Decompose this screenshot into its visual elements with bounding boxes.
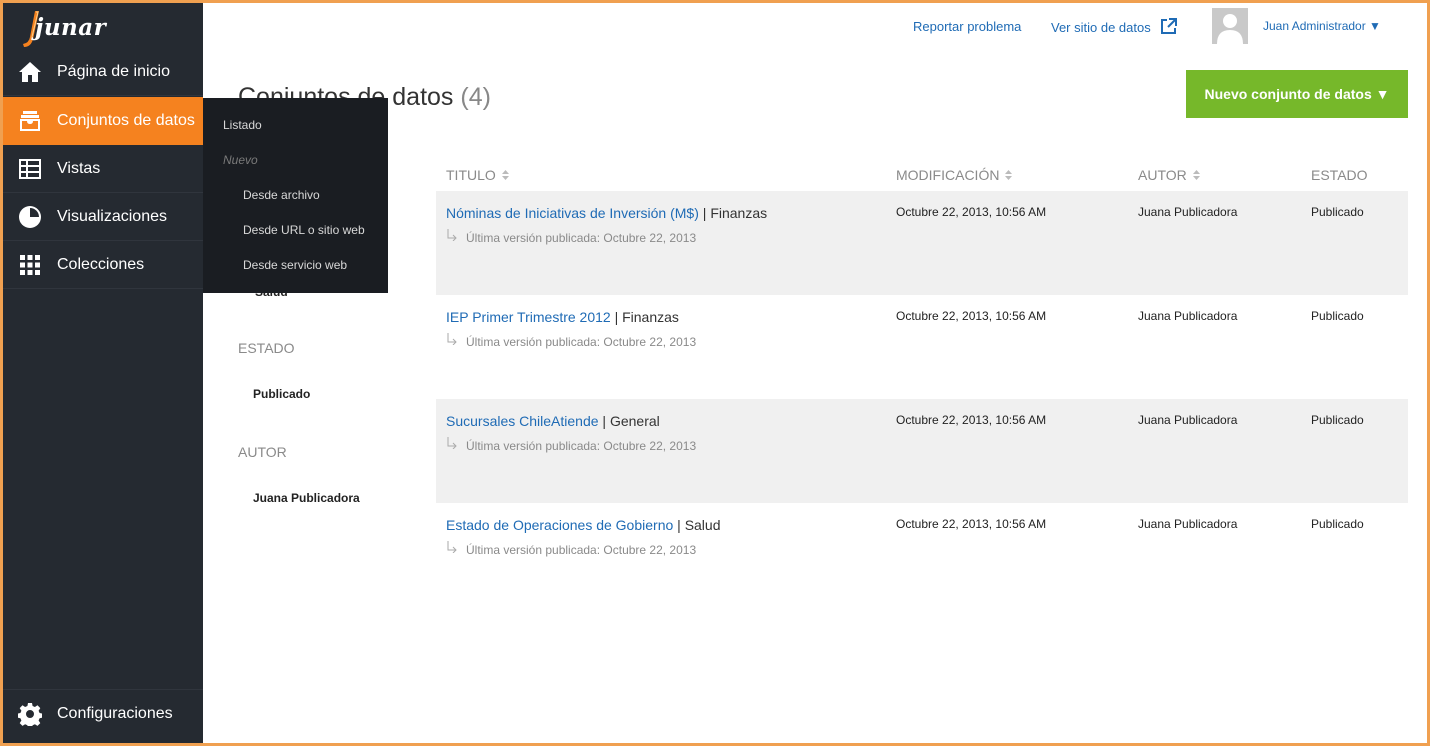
- dataset-category: General: [609, 413, 660, 429]
- dataset-title-link[interactable]: Nóminas de Iniciativas de Inversión (M$): [446, 205, 699, 221]
- last-version-text: Última versión publicada: Octubre 22, 20…: [466, 335, 697, 349]
- grid-icon: [18, 253, 42, 277]
- filter-value-autor[interactable]: Juana Publicadora: [253, 491, 360, 505]
- logo-text: junar: [35, 14, 107, 41]
- return-arrow-icon: [447, 333, 457, 345]
- sidebar-item-home[interactable]: Página de inicio: [3, 48, 203, 96]
- dataset-title-link[interactable]: Sucursales ChileAtiende: [446, 413, 599, 429]
- column-header-label: AUTOR: [1138, 167, 1187, 183]
- app-frame: junar Página de inicio Conjuntos de dato…: [3, 3, 1427, 743]
- gear-icon: [18, 702, 42, 726]
- table-icon: [18, 157, 42, 181]
- table-row: Sucursales ChileAtiende | General Última…: [436, 399, 1408, 503]
- sort-icon: [1005, 170, 1013, 180]
- column-header-estado: ESTADO: [1311, 167, 1368, 183]
- filter-value-estado[interactable]: Publicado: [253, 387, 310, 401]
- separator: |: [614, 309, 619, 325]
- separator: |: [702, 205, 707, 221]
- column-header-titulo[interactable]: TITULO: [446, 167, 509, 183]
- row-subtitle: Última versión publicada: Octubre 22, 20…: [446, 437, 697, 453]
- external-link-icon[interactable]: [1160, 18, 1177, 35]
- sidebar-item-settings[interactable]: Configuraciones: [3, 689, 203, 737]
- dataset-category: Finanzas: [622, 309, 679, 325]
- dataset-count: (4): [460, 83, 491, 111]
- separator: |: [602, 413, 607, 429]
- row-subtitle: Última versión publicada: Octubre 22, 20…: [446, 229, 697, 245]
- sidebar-item-label: Vistas: [57, 159, 101, 177]
- sidebar-item-views[interactable]: Vistas: [3, 145, 203, 193]
- sort-icon: [501, 170, 509, 180]
- view-site-label: Ver sitio de datos: [1051, 20, 1151, 35]
- row-subtitle: Última versión publicada: Octubre 22, 20…: [446, 333, 697, 349]
- submenu-item-desde-url[interactable]: Desde URL o sitio web: [243, 223, 365, 237]
- table-row: IEP Primer Trimestre 2012 | Finanzas Últ…: [436, 295, 1408, 399]
- modified-date: Octubre 22, 2013, 10:56 AM: [896, 205, 1047, 219]
- row-title: IEP Primer Trimestre 2012 | Finanzas: [446, 309, 679, 325]
- modified-date: Octubre 22, 2013, 10:56 AM: [896, 309, 1047, 323]
- new-dataset-button[interactable]: Nuevo conjunto de datos ▼: [1186, 70, 1408, 118]
- modified-date: Octubre 22, 2013, 10:56 AM: [896, 413, 1047, 427]
- return-arrow-icon: [447, 437, 457, 449]
- column-header-label: ESTADO: [1311, 167, 1368, 183]
- row-title: Estado de Operaciones de Gobierno | Salu…: [446, 517, 721, 533]
- column-header-label: TITULO: [446, 167, 496, 183]
- author-name: Juana Publicadora: [1138, 517, 1238, 531]
- sidebar-item-label: Configuraciones: [57, 704, 173, 722]
- view-site-link[interactable]: Ver sitio de datos: [1051, 20, 1151, 35]
- sidebar-item-label: Visualizaciones: [57, 207, 167, 225]
- table-row: Estado de Operaciones de Gobierno | Salu…: [436, 503, 1408, 607]
- author-name: Juana Publicadora: [1138, 205, 1238, 219]
- status-text: Publicado: [1311, 205, 1364, 219]
- home-icon: [18, 60, 42, 84]
- submenu-item-desde-archivo[interactable]: Desde archivo: [243, 188, 320, 202]
- datasets-submenu: Listado Nuevo Desde archivo Desde URL o …: [203, 98, 388, 293]
- author-name: Juana Publicadora: [1138, 413, 1238, 427]
- avatar[interactable]: [1212, 8, 1248, 44]
- submenu-item-desde-servicio[interactable]: Desde servicio web: [243, 258, 347, 272]
- sidebar-item-label: Página de inicio: [57, 62, 170, 80]
- dataset-title-link[interactable]: Estado de Operaciones de Gobierno: [446, 517, 673, 533]
- sidebar-item-label: Conjuntos de datos: [57, 112, 195, 129]
- dataset-category: Salud: [684, 517, 721, 533]
- dataset-category: Finanzas: [710, 205, 768, 221]
- separator: |: [677, 517, 681, 533]
- column-header-modificacion[interactable]: MODIFICACIÓN: [896, 167, 1013, 183]
- status-text: Publicado: [1311, 413, 1364, 427]
- user-menu[interactable]: Juan Administrador ▼: [1263, 19, 1381, 33]
- column-header-autor[interactable]: AUTOR: [1138, 167, 1200, 183]
- last-version-text: Última versión publicada: Octubre 22, 20…: [466, 439, 697, 453]
- return-arrow-icon: [447, 541, 457, 553]
- inbox-tray-icon: [18, 109, 42, 133]
- filter-heading-autor: AUTOR: [238, 444, 287, 460]
- report-problem-link[interactable]: Reportar problema: [913, 19, 1021, 34]
- author-name: Juana Publicadora: [1138, 309, 1238, 323]
- sidebar-item-collections[interactable]: Colecciones: [3, 241, 203, 289]
- row-title: Nóminas de Iniciativas de Inversión (M$)…: [446, 205, 767, 221]
- return-arrow-icon: [447, 229, 457, 241]
- row-title: Sucursales ChileAtiende | General: [446, 413, 660, 429]
- status-text: Publicado: [1311, 309, 1364, 323]
- last-version-text: Última versión publicada: Octubre 22, 20…: [466, 231, 697, 245]
- sidebar-item-label: Colecciones: [57, 255, 145, 273]
- junar-logo[interactable]: junar: [21, 9, 121, 49]
- last-version-text: Última versión publicada: Octubre 22, 20…: [466, 543, 697, 557]
- row-subtitle: Última versión publicada: Octubre 22, 20…: [446, 541, 697, 557]
- user-silhouette-icon: [1217, 14, 1243, 44]
- filter-heading-estado: ESTADO: [238, 340, 295, 356]
- pie-chart-icon: [18, 205, 42, 229]
- sort-icon: [1192, 170, 1200, 180]
- column-header-label: MODIFICACIÓN: [896, 167, 1000, 183]
- sidebar-item-visualizations[interactable]: Visualizaciones: [3, 193, 203, 241]
- submenu-heading-nuevo: Nuevo: [223, 153, 258, 167]
- dataset-title-link[interactable]: IEP Primer Trimestre 2012: [446, 309, 611, 325]
- submenu-item-listado[interactable]: Listado: [223, 118, 262, 132]
- sidebar: junar Página de inicio Conjuntos de dato…: [3, 3, 203, 743]
- sidebar-item-datasets[interactable]: Conjuntos de datos: [3, 97, 203, 145]
- modified-date: Octubre 22, 2013, 10:56 AM: [896, 517, 1047, 531]
- table-row: Nóminas de Iniciativas de Inversión (M$)…: [436, 191, 1408, 295]
- status-text: Publicado: [1311, 517, 1364, 531]
